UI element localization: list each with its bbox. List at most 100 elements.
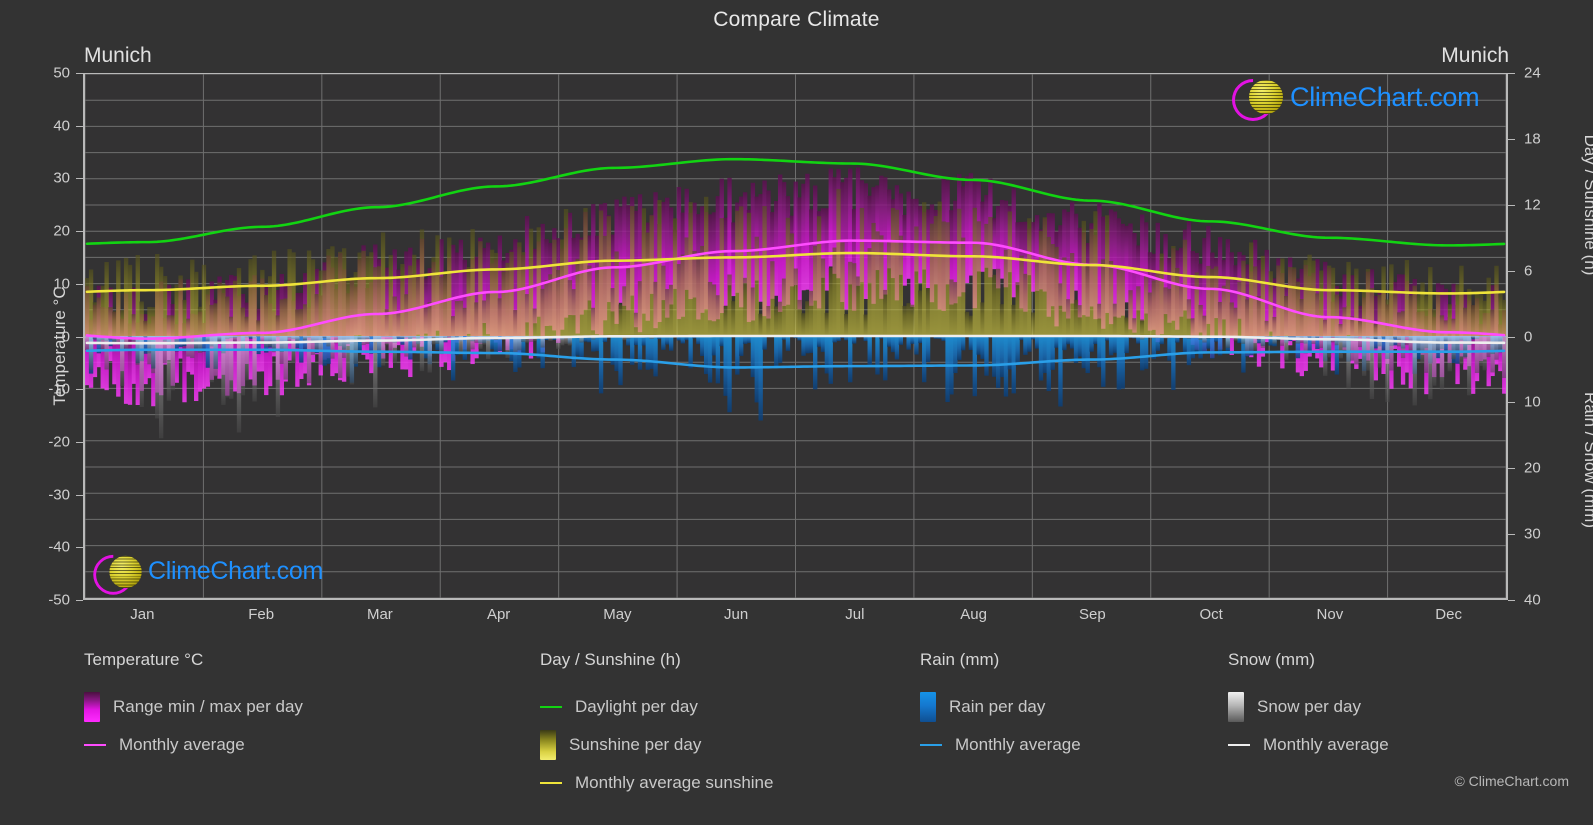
right-axis-tickmark	[1508, 270, 1515, 272]
legend-group-title: Rain (mm)	[920, 650, 1000, 669]
legend-item-label: Monthly average	[1263, 735, 1389, 754]
left-axis-tick: 30	[53, 169, 70, 187]
right-axis-label-bottom: Rain / Snow (mm)	[1581, 391, 1593, 529]
x-axis-tick: May	[603, 606, 632, 623]
legend-group-title: Snow (mm)	[1228, 650, 1315, 669]
legend-item[interactable]: Monthly average	[1228, 726, 1389, 764]
legend-group: Rain (mm) Rain per day Monthly average	[920, 650, 1081, 764]
legend-item-label: Daylight per day	[575, 697, 698, 716]
legend-line-marker	[920, 744, 942, 746]
left-axis-tick: 50	[53, 64, 70, 82]
left-axis-tick: -40	[48, 538, 70, 556]
chart-series-lines	[85, 157, 1506, 369]
left-axis-tickmark	[76, 125, 83, 127]
logo-sphere-icon	[109, 555, 142, 589]
left-axis-tick: -50	[48, 591, 70, 609]
climechart-logo-mark	[84, 546, 142, 604]
right-axis-label-top: Day / Sunshine (h)	[1581, 134, 1593, 276]
right-axis-bottom-tick: 10	[1524, 393, 1541, 411]
legend-group: Day / Sunshine (h) Daylight per day Sunshi…	[540, 650, 773, 802]
x-axis-tick: Jul	[845, 606, 865, 623]
chart-legend: Temperature °C Range min / max per day Mon…	[0, 650, 1593, 825]
legend-group: Snow (mm) Snow per day Monthly average	[1228, 650, 1389, 764]
legend-line-marker	[540, 782, 562, 784]
left-axis-tickmark	[76, 600, 83, 601]
right-axis-tickmark	[1508, 336, 1515, 338]
x-axis-tick: Mar	[366, 606, 393, 623]
legend-item-label: Rain per day	[949, 697, 1046, 716]
logo-text: ClimeChart.com	[1290, 81, 1480, 112]
legend-swatch	[1228, 692, 1244, 722]
right-axis-tickmark	[1508, 138, 1515, 140]
climechart-logo-top[interactable]: ClimeChart.com	[1223, 70, 1480, 130]
legend-item-label: Range min / max per day	[113, 697, 303, 716]
x-axis-tick: Aug	[960, 606, 987, 623]
legend-item-label: Snow per day	[1257, 697, 1361, 716]
legend-group-title: Temperature °C	[84, 650, 204, 669]
right-axis-tickmark	[1508, 534, 1515, 536]
legend-item[interactable]: Monthly average	[920, 726, 1081, 764]
left-axis-tickmark	[76, 73, 83, 74]
legend-item-label: Monthly average	[119, 735, 245, 754]
legend-item-label: Sunshine per day	[569, 735, 702, 754]
left-axis-label: Temperature °C	[50, 286, 69, 406]
x-axis-tick: Feb	[248, 606, 275, 623]
left-axis-tickmark	[76, 231, 83, 233]
x-axis-tick: Jan	[130, 606, 155, 623]
chart-plot-area[interactable]	[83, 73, 1508, 600]
x-axis-tick: Nov	[1316, 606, 1344, 623]
x-axis-tick: Dec	[1435, 606, 1462, 623]
left-axis-tickmark	[76, 178, 83, 180]
right-axis-tickmark	[1508, 73, 1515, 74]
legend-item[interactable]: Monthly average	[84, 726, 303, 764]
page-title: Compare Climate	[713, 8, 880, 31]
right-axis-tickmark	[1508, 468, 1515, 470]
right-axis-tickmark	[1508, 402, 1515, 404]
copyright-notice: © ClimeChart.com	[1454, 773, 1569, 789]
left-axis-tick: -30	[48, 486, 70, 504]
left-axis-tickmark	[76, 389, 83, 391]
legend-swatch	[540, 730, 556, 760]
right-axis-bottom-tick: 40	[1524, 591, 1541, 609]
legend-item[interactable]: Monthly average sunshine	[540, 764, 773, 802]
left-axis-tick: 40	[53, 117, 70, 135]
legend-swatch	[920, 692, 936, 722]
legend-line-marker	[1228, 744, 1250, 746]
left-axis-tickmark	[76, 494, 83, 496]
legend-item[interactable]: Snow per day	[1228, 688, 1389, 726]
logo-sphere-icon	[1249, 80, 1283, 114]
right-axis-tickmark	[1508, 600, 1515, 601]
location-label-right: Munich	[1441, 44, 1509, 67]
legend-group-title: Day / Sunshine (h)	[540, 650, 681, 669]
right-axis-bottom-tick: 20	[1524, 459, 1541, 477]
climechart-logo-mark	[1223, 70, 1284, 130]
x-axis-tick: Jun	[724, 606, 749, 623]
legend-swatch	[84, 692, 100, 722]
legend-line-marker	[84, 744, 106, 746]
right-axis-top-tick: 24	[1524, 64, 1541, 82]
right-axis-top-tick: 18	[1524, 130, 1541, 148]
legend-group: Temperature °C Range min / max per day Mon…	[84, 650, 303, 764]
logo-text: ClimeChart.com	[148, 556, 323, 585]
legend-item-label: Monthly average	[955, 735, 1081, 754]
right-axis-top-tick: 0	[1524, 328, 1533, 345]
right-axis-bottom-tick: 30	[1524, 525, 1541, 543]
left-axis-tickmark	[76, 547, 83, 549]
x-axis-tick: Sep	[1079, 606, 1106, 623]
left-axis-tick: 20	[53, 222, 70, 240]
right-axis-top-tick: 12	[1524, 196, 1541, 214]
x-axis-tick: Apr	[486, 606, 511, 623]
legend-item-label: Monthly average sunshine	[575, 773, 774, 792]
left-axis-tickmark	[76, 283, 83, 285]
legend-item[interactable]: Range min / max per day	[84, 688, 303, 726]
x-axis-tick: Oct	[1199, 606, 1223, 623]
right-axis-top-tick: 6	[1524, 262, 1533, 280]
location-label-left: Munich	[84, 44, 152, 67]
climechart-logo-bottom[interactable]: ClimeChart.com	[84, 546, 323, 604]
right-axis-tickmark	[1508, 204, 1515, 206]
legend-item[interactable]: Daylight per day	[540, 688, 773, 726]
legend-item[interactable]: Rain per day	[920, 688, 1081, 726]
left-axis-tickmark	[76, 441, 83, 443]
climate-chart-page: Compare Climate Munich Munich 50 40 30 20 10…	[0, 0, 1593, 825]
legend-item[interactable]: Sunshine per day	[540, 726, 773, 764]
